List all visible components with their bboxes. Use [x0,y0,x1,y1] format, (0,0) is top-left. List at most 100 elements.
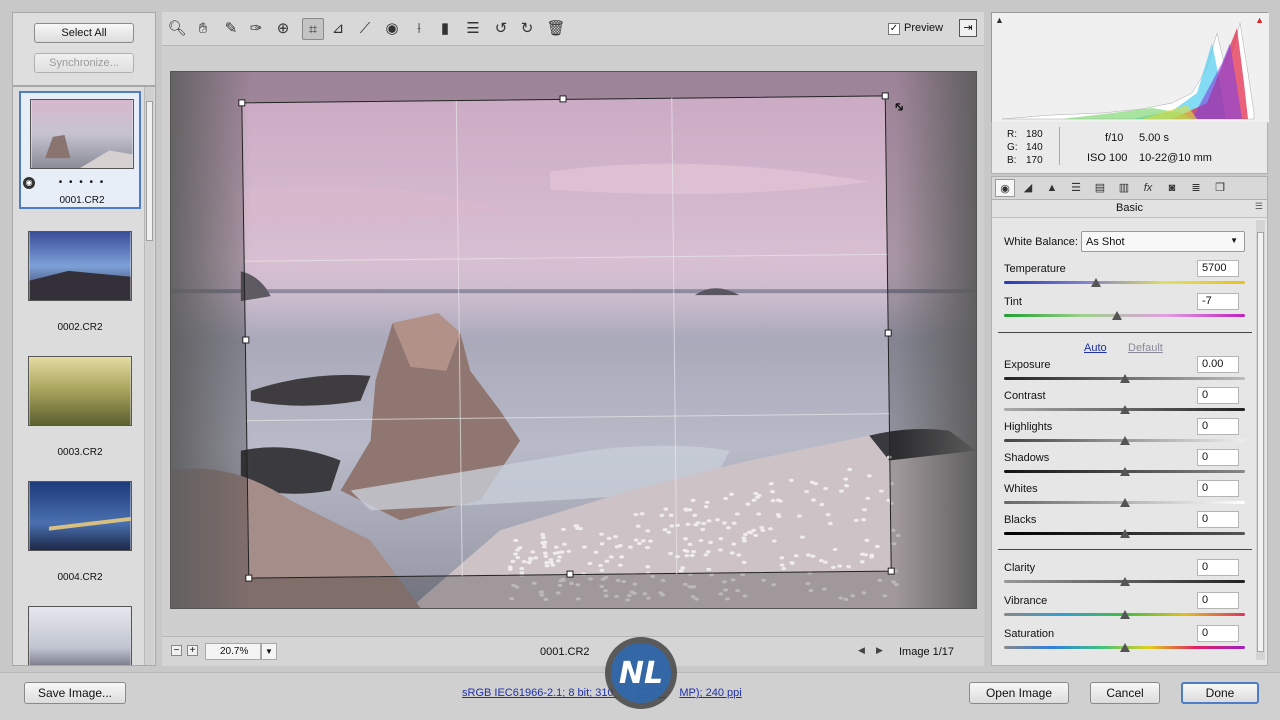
default-link[interactable]: Default [1128,342,1163,354]
open-image-button[interactable]: Open Image [969,682,1069,704]
fullscreen-toggle-icon[interactable]: ⇥ [959,19,977,37]
done-button[interactable]: Done [1181,682,1259,704]
clarity-value[interactable]: 0 [1197,559,1239,576]
readout-divider [1059,127,1060,165]
panel-tabs: ◉ ◢ ▲ ☰ ▤ ▥ fx ◙ ≣ ❐ [991,176,1268,200]
tint-value[interactable]: -7 [1197,293,1239,310]
vibrance-value[interactable]: 0 [1197,592,1239,609]
hsl-tab-icon[interactable]: ☰ [1066,179,1086,197]
exposure-value[interactable]: 0.00 [1197,356,1239,373]
filmstrip-item[interactable]: 0002.CR2 [19,217,141,335]
whites-slider-thumb[interactable] [1119,498,1130,507]
toolbar: 🔍︎ ✋︎ ✎ ✑ ⊕ ⌗ ⊿ ⟋ ◉ ⟊ ▮ ☰ ↺ ↻ 🗑︎ ✓ Previ… [162,12,984,46]
snapshots-tab-icon[interactable]: ❐ [1210,179,1230,197]
auto-link[interactable]: Auto [1084,342,1107,354]
lens-value: 10-22@10 mm [1139,152,1212,164]
cancel-button[interactable]: Cancel [1090,682,1160,704]
graduated-filter-icon[interactable]: ▮ [434,18,456,40]
straighten-icon[interactable]: ⊿ [327,18,349,40]
basic-panel: White Balance: As Shot ▼ Temperature 570… [991,218,1268,666]
panel-scrollbar[interactable] [1256,220,1265,660]
g-value: 140 [1026,142,1043,153]
effects-tab-icon[interactable]: fx [1138,179,1158,197]
panel-menu-icon[interactable]: ☰ [1255,201,1263,212]
contrast-slider-thumb[interactable] [1119,405,1130,414]
adjustment-brush-icon[interactable]: ⟊ [408,18,430,40]
highlights-slider-thumb[interactable] [1119,436,1130,445]
synchronize-button[interactable]: Synchronize... [34,53,134,73]
saturation-value[interactable]: 0 [1197,625,1239,642]
zoom-in-icon[interactable]: + [187,645,198,656]
detail-tab-icon[interactable]: ▲ [1042,179,1062,197]
lens-corrections-tab-icon[interactable]: ▥ [1114,179,1134,197]
select-all-button[interactable]: Select All [34,23,134,43]
rotate-ccw-icon[interactable]: ↺ [490,18,512,40]
crop-icon[interactable]: ⌗ [302,18,324,40]
shadows-value[interactable]: 0 [1197,449,1239,466]
tint-slider-track[interactable] [1004,314,1245,317]
shadows-slider-thumb[interactable] [1119,467,1130,476]
blacks-label: Blacks [1004,514,1037,526]
rating-stars[interactable]: • • • • • [21,177,143,188]
red-eye-icon[interactable]: ◉ [381,18,403,40]
camera-calibration-tab-icon[interactable]: ◙ [1162,179,1182,197]
target-adjust-icon[interactable]: ⊕ [272,18,294,40]
whites-label: Whites [1004,483,1038,495]
white-balance-icon[interactable]: ✎ [220,18,242,40]
preferences-icon[interactable]: ☰ [462,18,484,40]
tint-slider-thumb[interactable] [1112,311,1123,320]
contrast-value[interactable]: 0 [1197,387,1239,404]
save-image-button[interactable]: Save Image... [24,682,126,704]
shadow-clipping-warning-icon[interactable]: ▲ [995,15,1004,25]
filmstrip-item[interactable] [19,592,141,665]
thumbnail-image [28,231,132,301]
rotate-cw-icon[interactable]: ↻ [516,18,538,40]
temperature-slider-thumb[interactable] [1090,278,1101,287]
next-image-icon[interactable]: ▶ [876,645,883,656]
image-canvas[interactable] [162,46,984,636]
hand-icon[interactable]: ✋︎ [192,18,214,40]
blacks-slider-thumb[interactable] [1119,529,1130,538]
basic-tab-icon[interactable]: ◉ [995,179,1015,197]
filmstrip-scrollbar[interactable] [144,87,154,665]
shutter-value: 5.00 s [1139,132,1169,144]
current-filename: 0001.CR2 [540,646,590,658]
filmstrip-item[interactable]: 0003.CR2 [19,342,141,460]
bottom-bar: Save Image... sRGB IEC61966-2.1; 8 bit; … [0,637,1280,720]
saturation-slider-thumb[interactable] [1119,643,1130,652]
presets-tab-icon[interactable]: ≣ [1186,179,1206,197]
highlights-value[interactable]: 0 [1197,418,1239,435]
highlight-clipping-warning-icon[interactable]: ▲ [1255,15,1264,25]
photo-preview[interactable] [170,71,977,609]
preview-checkbox[interactable]: ✓ [888,23,900,35]
temperature-value[interactable]: 5700 [1197,260,1239,277]
white-balance-select[interactable]: As Shot ▼ [1081,231,1245,252]
thumbnail-image [28,481,132,551]
filmstrip-item[interactable]: 0004.CR2 [19,467,141,585]
image-counter: Image 1/17 [899,646,955,658]
zoom-out-icon[interactable]: − [171,645,182,656]
split-toning-tab-icon[interactable]: ▤ [1090,179,1110,197]
vibrance-slider-thumb[interactable] [1119,610,1130,619]
section-divider [998,549,1252,550]
tone-curve-tab-icon[interactable]: ◢ [1018,179,1038,197]
previous-image-icon[interactable]: ◀ [858,645,865,656]
exposure-slider-thumb[interactable] [1119,374,1130,383]
spot-removal-icon[interactable]: ⟋ [354,18,376,40]
filmstrip: Select All Synchronize... ◉ • • • • • 00… [12,12,156,666]
temperature-slider-track[interactable] [1004,281,1245,284]
color-sampler-icon[interactable]: ✑ [245,18,267,40]
trash-icon[interactable]: 🗑︎ [545,18,567,40]
filmstrip-item[interactable]: ◉ • • • • • 0001.CR2 [19,91,141,209]
chevron-down-icon[interactable]: ▼ [261,643,277,660]
clarity-slider-thumb[interactable] [1119,577,1130,586]
temperature-label: Temperature [1004,263,1066,275]
blacks-value[interactable]: 0 [1197,511,1239,528]
thumbnail-image [28,606,132,665]
preview-label: Preview [904,22,944,34]
whites-value[interactable]: 0 [1197,480,1239,497]
canvas-status-bar: − + 20.7% ▼ 0001.CR2 ◀ ▶ Image 1/17 [162,636,984,666]
zoom-level-field[interactable]: 20.7% [205,643,261,660]
zoom-icon[interactable]: 🔍︎ [166,18,188,40]
contrast-label: Contrast [1004,390,1046,402]
